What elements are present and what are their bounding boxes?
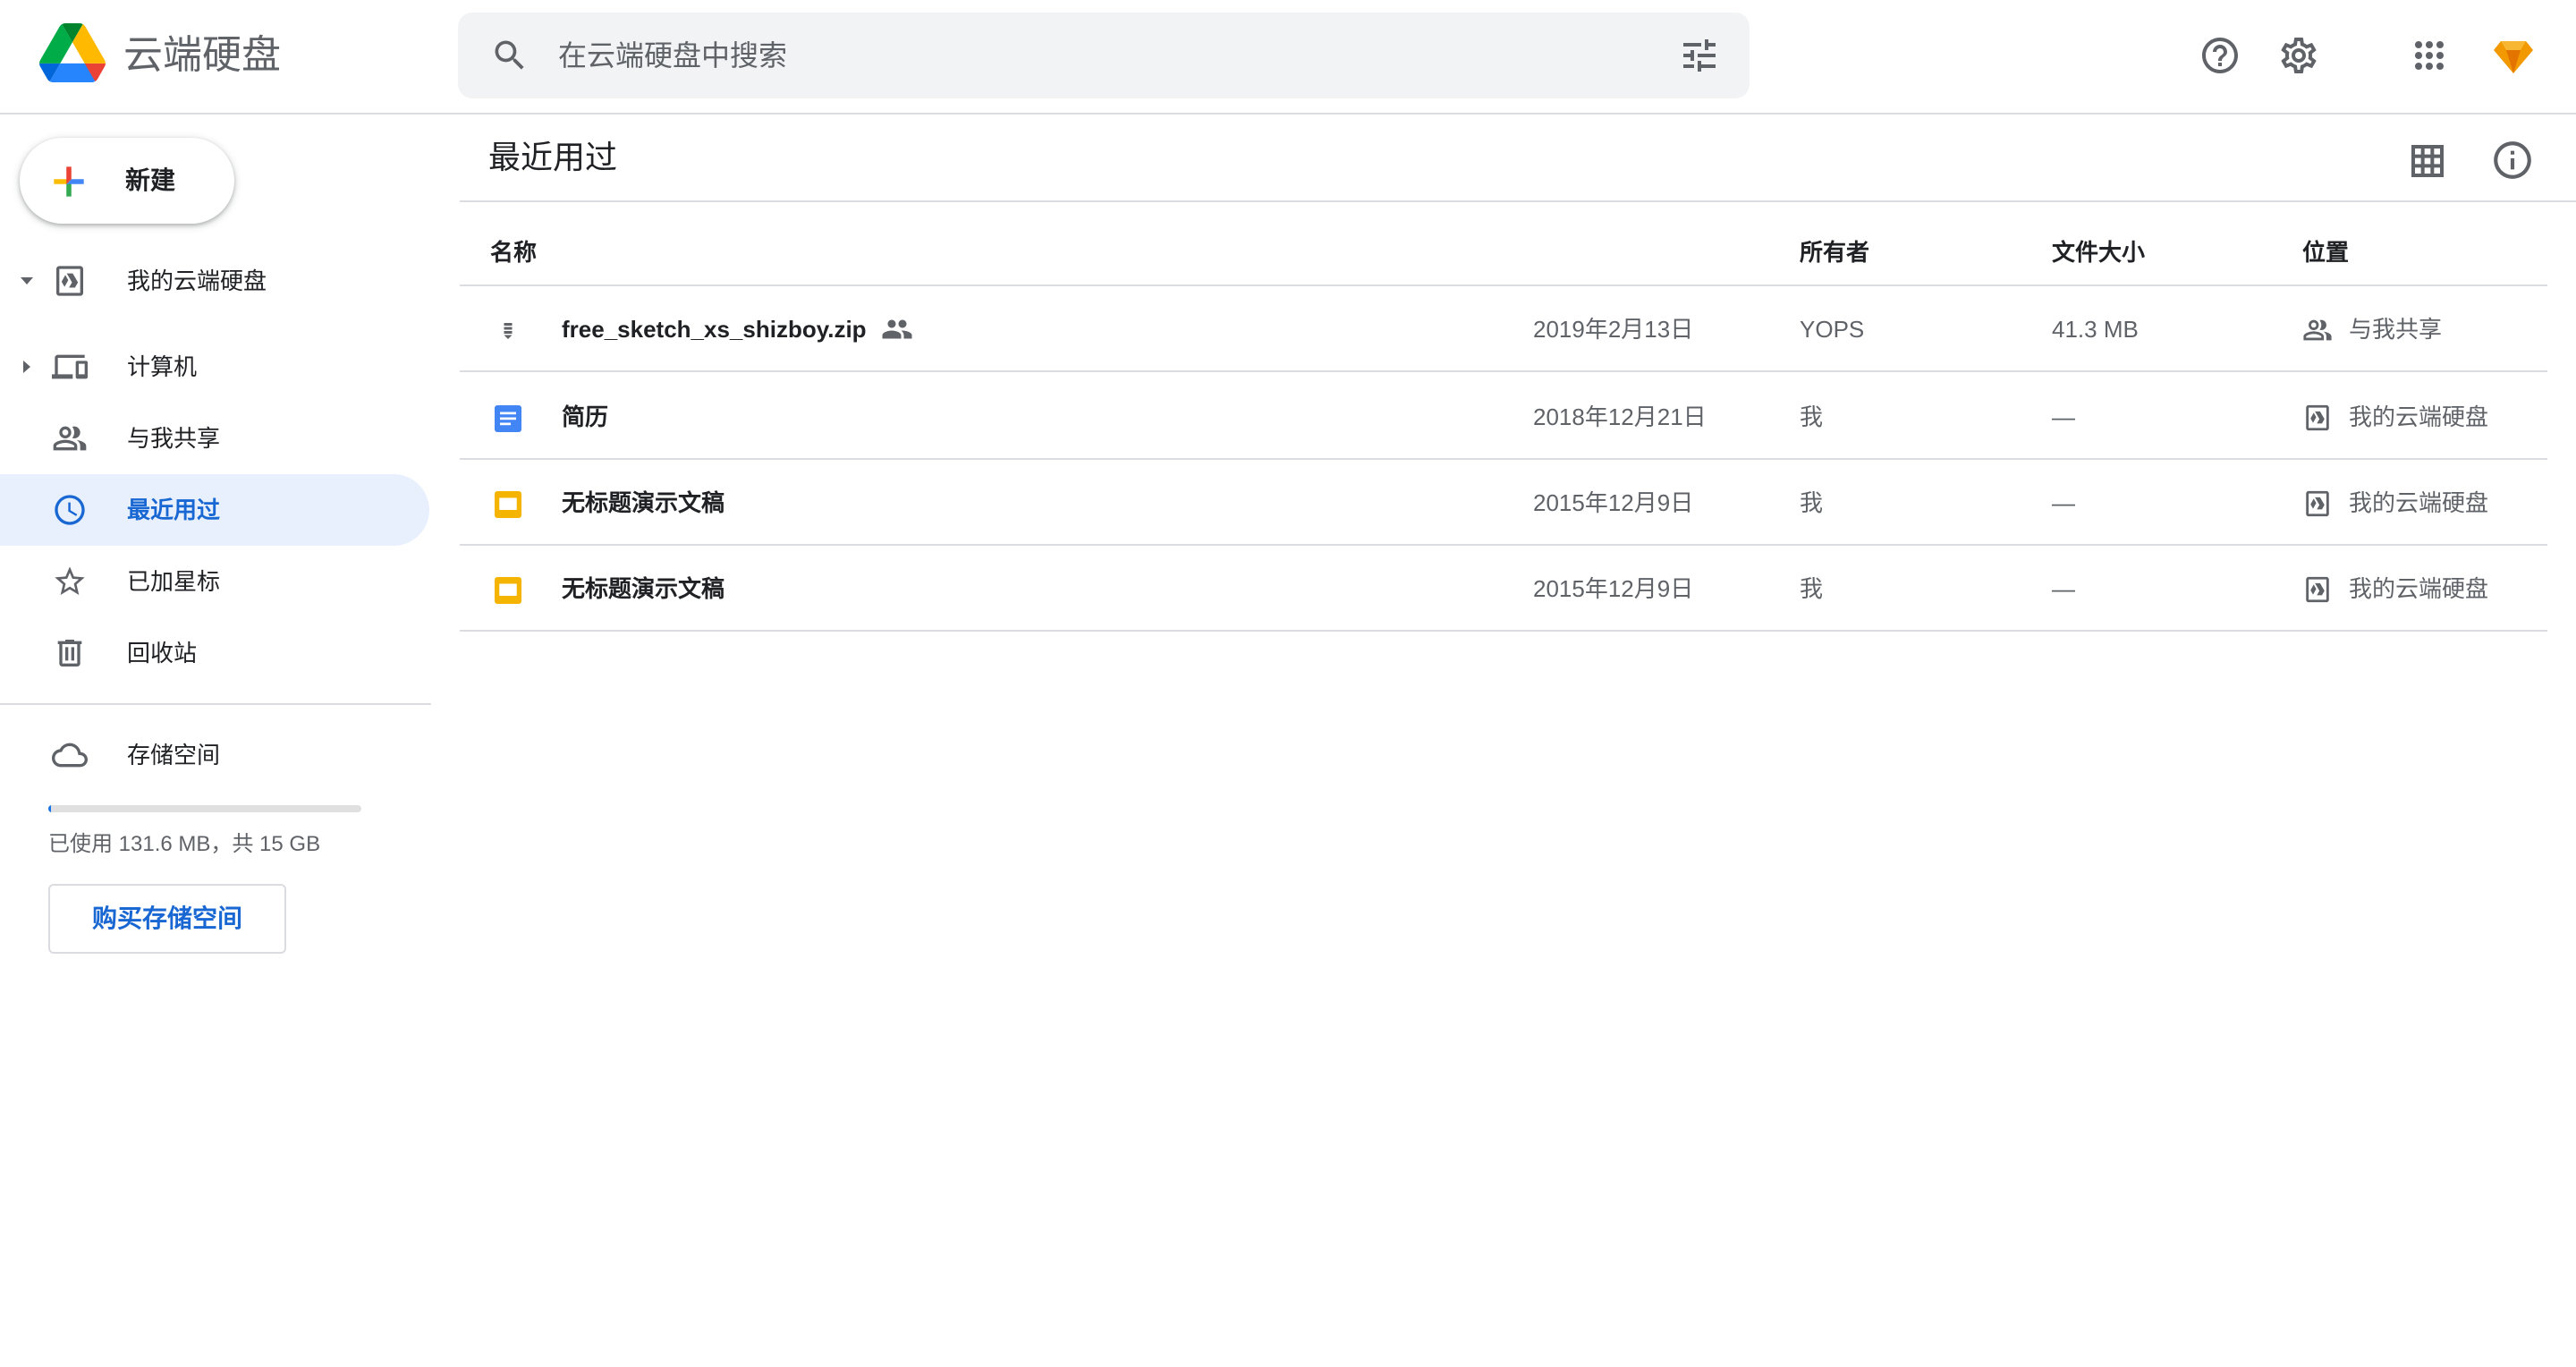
file-owner: 我: [1800, 575, 1824, 602]
file-size: —: [2052, 489, 2075, 516]
sidebar-item-label: 已加星标: [127, 568, 221, 595]
file-name[interactable]: 无标题演示文稿: [562, 487, 724, 519]
star-icon: [55, 566, 85, 595]
column-header-location[interactable]: 位置: [2302, 236, 2349, 268]
plus-icon: [54, 166, 84, 197]
page-title: 最近用过: [488, 139, 618, 175]
shared-with-me-icon: [2303, 319, 2332, 341]
file-modified-date: 2019年2月13日: [1533, 316, 1694, 343]
sidebar-item-my-drive[interactable]: 我的云端硬盘: [0, 245, 429, 317]
info-icon[interactable]: [2490, 138, 2535, 183]
file-location[interactable]: 我的云端硬盘: [2349, 573, 2488, 605]
google-docs-icon: [495, 405, 521, 432]
sidebar-item-label: 回收站: [127, 640, 198, 667]
drive-logo[interactable]: [39, 23, 106, 82]
sidebar: 新建 我的云端硬盘 计算机 与我共享 最近用过 已加星标 回收站 存储空间 已使…: [0, 116, 433, 1367]
google-slides-icon: [495, 491, 521, 518]
new-button-label: 新建: [125, 166, 176, 194]
computers-icon: [52, 354, 88, 379]
file-name[interactable]: 无标题演示文稿: [562, 573, 724, 605]
my-drive-icon: [2306, 490, 2329, 517]
file-owner: 我: [1800, 403, 1824, 430]
file-size: —: [2052, 403, 2075, 430]
sidebar-divider: [0, 703, 431, 705]
file-size: —: [2052, 575, 2075, 602]
sidebar-item-label: 计算机: [127, 353, 198, 380]
sidebar-item-starred[interactable]: 已加星标: [0, 546, 429, 617]
storage-usage-text: 已使用 131.6 MB，共 15 GB: [48, 832, 321, 856]
sidebar-item-label: 最近用过: [127, 497, 221, 523]
account-avatar[interactable]: [2492, 34, 2535, 77]
app-title: 云端硬盘: [123, 33, 281, 77]
new-button[interactable]: 新建: [20, 138, 234, 224]
search-icon[interactable]: [490, 36, 530, 75]
sidebar-item-label: 与我共享: [127, 425, 221, 452]
file-modified-date: 2018年12月21日: [1533, 403, 1707, 430]
storage-label: 存储空间: [127, 742, 221, 768]
search-input[interactable]: [558, 30, 1631, 81]
top-bar: 云端硬盘: [0, 0, 2576, 115]
buy-storage-button[interactable]: 购买存储空间: [48, 884, 286, 954]
storage-usage-bar: [48, 805, 361, 812]
main-content: 最近用过 名称 所有者 文件大小 位置 free_sketch_xs_shizb…: [460, 116, 2576, 1367]
file-owner: YOPS: [1800, 316, 1865, 343]
sidebar-item-recent[interactable]: 最近用过: [0, 474, 429, 546]
storage-usage-fill: [48, 805, 52, 812]
recent-clock-icon: [55, 495, 85, 525]
settings-icon[interactable]: [2277, 34, 2320, 77]
file-row[interactable]: free_sketch_xs_shizboy.zip 2019年2月13日 YO…: [460, 286, 2547, 372]
trash-icon: [57, 640, 82, 667]
sidebar-item-trash[interactable]: 回收站: [0, 617, 429, 689]
file-row[interactable]: 简历 2018年12月21日 我 — 我的云端硬盘: [460, 374, 2547, 460]
search-bar[interactable]: [458, 13, 1750, 98]
apps-grid-icon[interactable]: [2408, 34, 2451, 77]
my-drive-icon: [2306, 404, 2329, 431]
title-divider: [460, 200, 2576, 202]
grid-view-icon[interactable]: [2406, 140, 2449, 183]
file-owner: 我: [1800, 489, 1824, 516]
google-slides-icon: [495, 577, 521, 604]
file-name[interactable]: 简历: [562, 401, 608, 433]
column-header-name[interactable]: 名称: [490, 236, 537, 268]
collapse-arrow-icon[interactable]: [16, 356, 38, 378]
file-modified-date: 2015年12月9日: [1533, 575, 1694, 602]
search-options-icon[interactable]: [1678, 34, 1721, 77]
file-row[interactable]: 无标题演示文稿 2015年12月9日 我 — 我的云端硬盘: [460, 460, 2547, 546]
file-size: 41.3 MB: [2052, 316, 2139, 343]
cloud-icon: [52, 743, 88, 768]
file-location[interactable]: 我的云端硬盘: [2349, 401, 2488, 433]
sidebar-item-label: 我的云端硬盘: [127, 267, 267, 294]
column-header-size[interactable]: 文件大小: [2052, 236, 2145, 268]
shared-people-icon: [882, 319, 912, 339]
help-icon[interactable]: [2199, 34, 2241, 77]
file-location[interactable]: 我的云端硬盘: [2349, 487, 2488, 519]
my-drive-icon: [2306, 576, 2329, 603]
file-location[interactable]: 与我共享: [2349, 313, 2442, 345]
file-name[interactable]: free_sketch_xs_shizboy.zip: [562, 313, 867, 345]
shared-with-me-icon: [53, 426, 87, 451]
file-modified-date: 2015年12月9日: [1533, 489, 1694, 516]
zip-file-icon: [504, 323, 513, 339]
my-drive-icon: [56, 266, 83, 296]
sidebar-item-shared-with-me[interactable]: 与我共享: [0, 403, 429, 474]
sidebar-item-storage[interactable]: 存储空间: [0, 719, 429, 791]
file-row[interactable]: 无标题演示文稿 2015年12月9日 我 — 我的云端硬盘: [460, 546, 2547, 632]
column-header-owner[interactable]: 所有者: [1800, 236, 1869, 268]
expand-arrow-icon[interactable]: [16, 270, 38, 292]
sidebar-item-computers[interactable]: 计算机: [0, 331, 429, 403]
